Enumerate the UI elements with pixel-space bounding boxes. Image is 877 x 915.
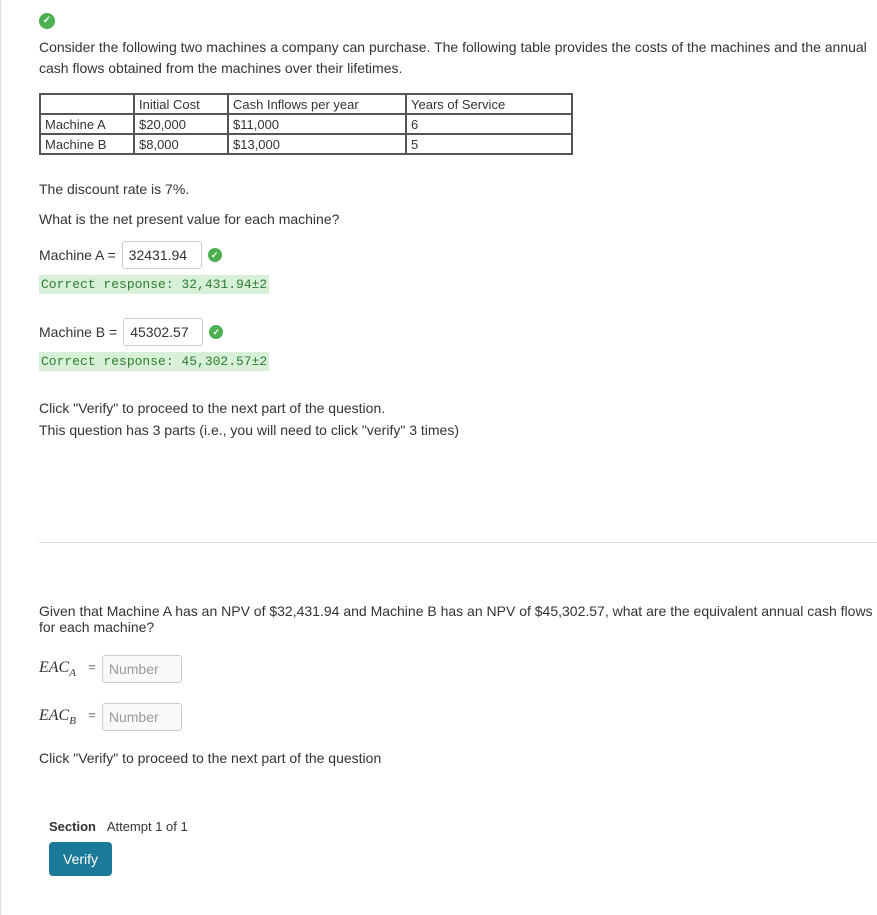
eac-b-input[interactable]	[102, 703, 182, 731]
th-cash-inflows: Cash Inflows per year	[228, 94, 406, 114]
verify-button[interactable]: Verify	[49, 842, 112, 876]
question-intro: Consider the following two machines a co…	[39, 37, 877, 79]
equals-sign: =	[88, 709, 96, 725]
verify-instruction-1: Click "Verify" to proceed to the next pa…	[39, 397, 877, 419]
attempt-text: Attempt 1 of 1	[107, 819, 188, 834]
machine-a-input[interactable]	[122, 241, 202, 269]
machine-a-correct: Correct response: 32,431.94±2	[39, 275, 269, 294]
machine-a-label: Machine A =	[39, 247, 116, 263]
machine-b-label: Machine B =	[39, 324, 117, 340]
verify-instruction-3: Click "Verify" to proceed to the next pa…	[39, 747, 877, 769]
th-initial-cost: Initial Cost	[134, 94, 228, 114]
check-circle-icon	[39, 13, 55, 29]
machine-table: Initial Cost Cash Inflows per year Years…	[39, 93, 573, 155]
table-row: Machine B $8,000 $13,000 5	[40, 134, 572, 154]
section-label: Section	[49, 819, 96, 834]
eac-a-input[interactable]	[102, 655, 182, 683]
table-row: Machine A $20,000 $11,000 6	[40, 114, 572, 134]
section-divider	[39, 542, 877, 543]
equals-sign: =	[88, 661, 96, 677]
discount-rate-text: The discount rate is 7%.	[39, 181, 877, 197]
npv-question: What is the net present value for each m…	[39, 211, 877, 227]
eac-question: Given that Machine A has an NPV of $32,4…	[39, 603, 877, 635]
check-circle-icon	[208, 248, 222, 262]
machine-b-input[interactable]	[123, 318, 203, 346]
machine-b-correct: Correct response: 45,302.57±2	[39, 352, 269, 371]
th-blank	[40, 94, 134, 114]
eac-a-label: EACA	[39, 659, 76, 679]
check-circle-icon	[209, 325, 223, 339]
eac-b-label: EACB	[39, 707, 76, 727]
th-years: Years of Service	[406, 94, 572, 114]
verify-instruction-2: This question has 3 parts (i.e., you wil…	[39, 419, 877, 441]
